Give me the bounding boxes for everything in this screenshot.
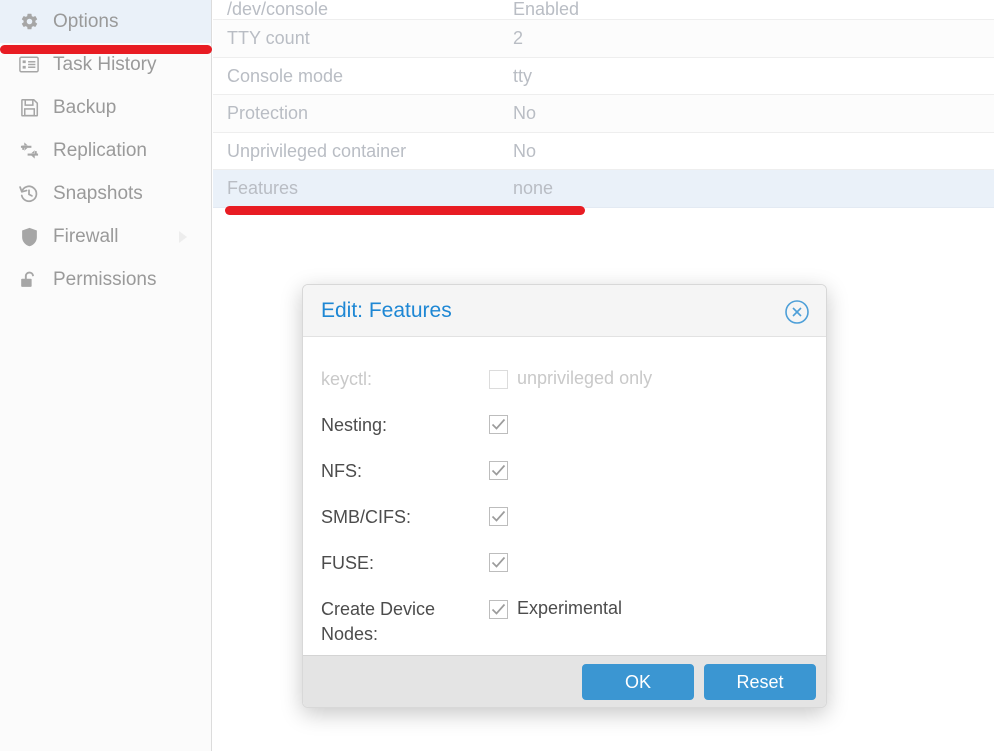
field-control[interactable]: unprivileged only <box>489 367 652 390</box>
field-control[interactable] <box>489 459 517 480</box>
checkbox-smb-cifs[interactable] <box>489 507 508 526</box>
table-row[interactable]: Protection No <box>213 95 994 133</box>
field-fuse: FUSE: <box>321 551 826 576</box>
table-cell-key: Unprivileged container <box>227 140 407 161</box>
table-cell-value: No <box>513 103 537 124</box>
field-control[interactable] <box>489 413 517 434</box>
reset-button[interactable]: Reset <box>704 664 816 700</box>
checkbox-keyctl[interactable] <box>489 370 508 389</box>
list-icon <box>16 54 42 76</box>
sidebar-item-label: Replication <box>53 140 147 161</box>
floppy-disk-icon <box>16 97 42 119</box>
field-smb-cifs: SMB/CIFS: <box>321 505 826 530</box>
sidebar-item-permissions[interactable]: Permissions <box>0 258 211 301</box>
app-root: Options Task History Backup Replication … <box>0 0 997 751</box>
table-cell-value: No <box>513 140 537 161</box>
checkbox-nfs[interactable] <box>489 461 508 480</box>
sidebar-item-label: Task History <box>53 54 157 75</box>
field-control[interactable] <box>489 505 517 526</box>
table-cell-value: 2 <box>513 28 524 49</box>
close-circle-icon[interactable] <box>784 299 810 325</box>
sidebar-item-label: Permissions <box>53 269 157 290</box>
table-row[interactable]: /dev/console Enabled <box>213 0 994 20</box>
table-row-features[interactable]: Features none <box>213 170 994 208</box>
field-label: NFS: <box>321 461 363 481</box>
checkbox-label: unprivileged only <box>517 368 653 388</box>
field-label: SMB/CIFS: <box>321 507 412 527</box>
sidebar-item-backup[interactable]: Backup <box>0 86 211 129</box>
checkbox-create-device-nodes[interactable] <box>489 600 508 619</box>
checkbox-fuse[interactable] <box>489 553 508 572</box>
table-cell-key: Features <box>227 178 299 199</box>
ok-button[interactable]: OK <box>582 664 694 700</box>
sidebar-item-label: Firewall <box>53 226 119 247</box>
table-cell-value: none <box>513 178 554 199</box>
dialog-body: keyctl: unprivileged only Nesting: NFS: <box>303 337 826 655</box>
dialog-header: Edit: Features <box>303 285 826 337</box>
sidebar-item-options[interactable]: Options <box>0 0 211 43</box>
table-cell-key: Protection <box>227 103 309 124</box>
field-nfs: NFS: <box>321 459 826 484</box>
table-row[interactable]: Unprivileged container No <box>213 132 994 170</box>
properties-table: /dev/console Enabled TTY count 2 Console… <box>213 0 994 208</box>
checkbox-label: Experimental <box>517 598 623 618</box>
chevron-right-icon <box>179 230 187 243</box>
table-row[interactable]: TTY count 2 <box>213 20 994 58</box>
table-cell-value: Enabled <box>513 0 580 19</box>
field-nesting: Nesting: <box>321 413 826 438</box>
sidebar-item-snapshots[interactable]: Snapshots <box>0 172 211 215</box>
sidebar-item-label: Backup <box>53 97 117 118</box>
table-row[interactable]: Console mode tty <box>213 57 994 95</box>
field-keyctl: keyctl: unprivileged only <box>321 367 826 392</box>
table-cell-key: /dev/console <box>227 0 329 19</box>
field-label: FUSE: <box>321 553 375 573</box>
sidebar-item-replication[interactable]: Replication <box>0 129 211 172</box>
history-icon <box>16 183 42 205</box>
annotation-underline-features <box>225 206 585 215</box>
checkbox-nesting[interactable] <box>489 415 508 434</box>
sidebar-item-label: Snapshots <box>53 183 143 204</box>
field-control[interactable]: Experimental <box>489 597 622 620</box>
shield-icon <box>16 226 42 248</box>
field-label: Create Device Nodes: <box>321 599 436 644</box>
gear-icon <box>16 11 42 33</box>
annotation-underline-options <box>0 45 212 54</box>
table-cell-value: tty <box>513 65 533 86</box>
field-label: keyctl: <box>321 369 373 389</box>
field-label: Nesting: <box>321 415 388 435</box>
sidebar-item-firewall[interactable]: Firewall <box>0 215 211 258</box>
dialog-footer: OK Reset <box>303 655 826 707</box>
sidebar-item-label: Options <box>53 11 119 32</box>
table-cell-key: Console mode <box>227 65 344 86</box>
table-cell-key: TTY count <box>227 28 310 49</box>
edit-features-dialog: Edit: Features keyctl: unprivileged only… <box>302 284 827 708</box>
dialog-title: Edit: Features <box>321 299 452 322</box>
field-create-device-nodes: Create Device Nodes: Experimental <box>321 597 826 647</box>
replication-icon <box>16 140 42 162</box>
field-control[interactable] <box>489 551 517 572</box>
sidebar: Options Task History Backup Replication … <box>0 0 212 751</box>
unlock-icon <box>16 269 42 291</box>
